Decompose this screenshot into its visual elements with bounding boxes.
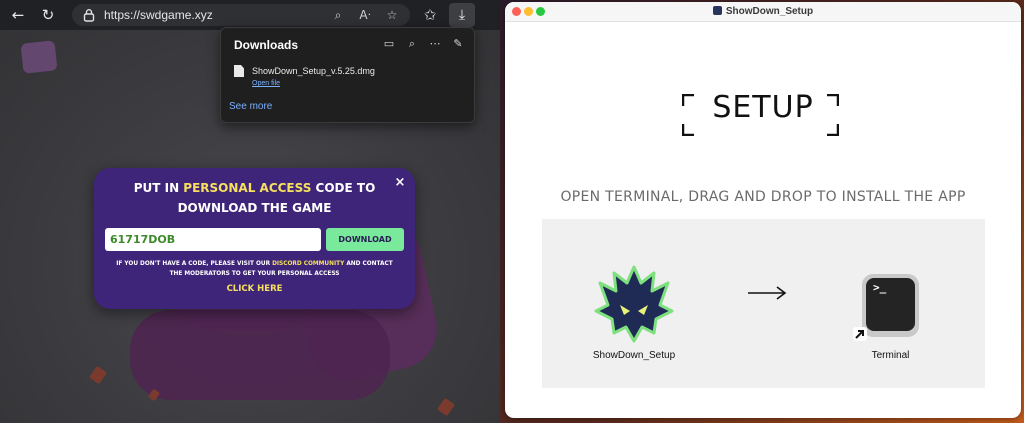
terminal-prompt: >_ — [873, 281, 887, 294]
browser-window: ← ↻ https://swdgame.xyz ⌕ Aᐧ ☆ ✩ ⤓ × PUT… — [0, 0, 500, 423]
window-title-text: ShowDown_Setup — [725, 6, 814, 17]
modal-title-line2: DOWNLOAD THE GAME — [177, 201, 332, 215]
alias-arrow-icon — [853, 327, 867, 341]
favorites-icon[interactable]: ✩ — [420, 5, 440, 25]
zoom-icon[interactable]: ⌕ — [329, 6, 347, 24]
back-arrow-icon[interactable]: ← — [8, 5, 28, 25]
access-code-modal: × PUT IN PERSONAL ACCESS CODE TO DOWNLOA… — [94, 168, 415, 309]
downloads-panel: Downloads ▭ ⌕ ⋯ ✎ ShowDown_Setup_v.5.25.… — [220, 27, 475, 123]
download-file-name[interactable]: ShowDown_Setup_v.5.25.dmg — [252, 66, 375, 76]
more-options-icon[interactable]: ⋯ — [427, 36, 443, 52]
note-suffix: AND CONTACT — [344, 261, 393, 267]
install-instruction: OPEN TERMINAL, DRAG AND DROP TO INSTALL … — [560, 189, 966, 205]
read-aloud-icon[interactable]: Aᐧ — [356, 6, 374, 24]
folder-icon[interactable]: ▭ — [381, 36, 397, 52]
window-titlebar: ShowDown_Setup — [505, 2, 1021, 22]
app-icon-label: ShowDown_Setup — [592, 350, 676, 361]
refresh-icon[interactable]: ↻ — [38, 5, 58, 25]
installer-window: ShowDown_Setup SETUP OPEN TERMINAL, DRAG… — [505, 2, 1021, 418]
modal-title-suffix: CODE TO — [311, 181, 376, 195]
volume-icon — [712, 6, 722, 15]
setup-heading: SETUP — [712, 90, 814, 125]
terminal-app-icon[interactable]: >_ — [862, 274, 919, 337]
terminal-screen: >_ — [866, 278, 915, 331]
right-arrow-icon — [748, 286, 787, 300]
modal-note: IF YOU DON'T HAVE A CODE, PLEASE VISIT O… — [104, 259, 405, 279]
access-code-input[interactable] — [105, 228, 321, 251]
address-bar[interactable]: https://swdgame.xyz ⌕ Aᐧ ☆ — [72, 4, 410, 26]
open-file-link[interactable]: Open file — [252, 80, 280, 87]
download-button[interactable]: DOWNLOAD — [326, 228, 404, 251]
pin-icon[interactable]: ✎ — [450, 36, 466, 52]
see-more-link[interactable]: See more — [229, 101, 272, 112]
terminal-label: Terminal — [871, 350, 910, 361]
modal-title-highlight: PERSONAL ACCESS — [183, 181, 312, 195]
url-text[interactable]: https://swdgame.xyz — [104, 8, 213, 22]
note-line2: THE MODERATORS TO GET YOUR PERSONAL ACCE… — [169, 271, 340, 277]
click-here-link[interactable]: CLICK HERE — [94, 284, 415, 294]
showdown-app-icon[interactable] — [594, 261, 674, 345]
star-icon[interactable]: ☆ — [383, 6, 401, 24]
download-icon[interactable]: ⤓ — [449, 3, 475, 27]
lock-icon[interactable] — [82, 8, 96, 22]
background-shard — [89, 365, 107, 385]
modal-title: PUT IN PERSONAL ACCESS CODE TO DOWNLOAD … — [94, 178, 415, 218]
file-icon — [234, 65, 244, 77]
browser-toolbar: ← ↻ https://swdgame.xyz ⌕ Aᐧ ☆ ✩ ⤓ — [0, 0, 500, 30]
background-shard — [437, 397, 455, 417]
note-prefix: IF YOU DON'T HAVE A CODE, PLEASE VISIT O… — [116, 261, 273, 267]
drag-drop-area: ShowDown_Setup >_ Terminal — [542, 219, 985, 388]
modal-title-prefix: PUT IN — [133, 181, 184, 195]
search-icon[interactable]: ⌕ — [404, 36, 420, 52]
downloads-title: Downloads — [234, 38, 299, 52]
game-logo — [20, 40, 58, 74]
discord-link[interactable]: DISCORD COMMUNITY — [272, 261, 344, 267]
background-art — [130, 310, 390, 400]
window-title: ShowDown_Setup — [505, 6, 1021, 17]
